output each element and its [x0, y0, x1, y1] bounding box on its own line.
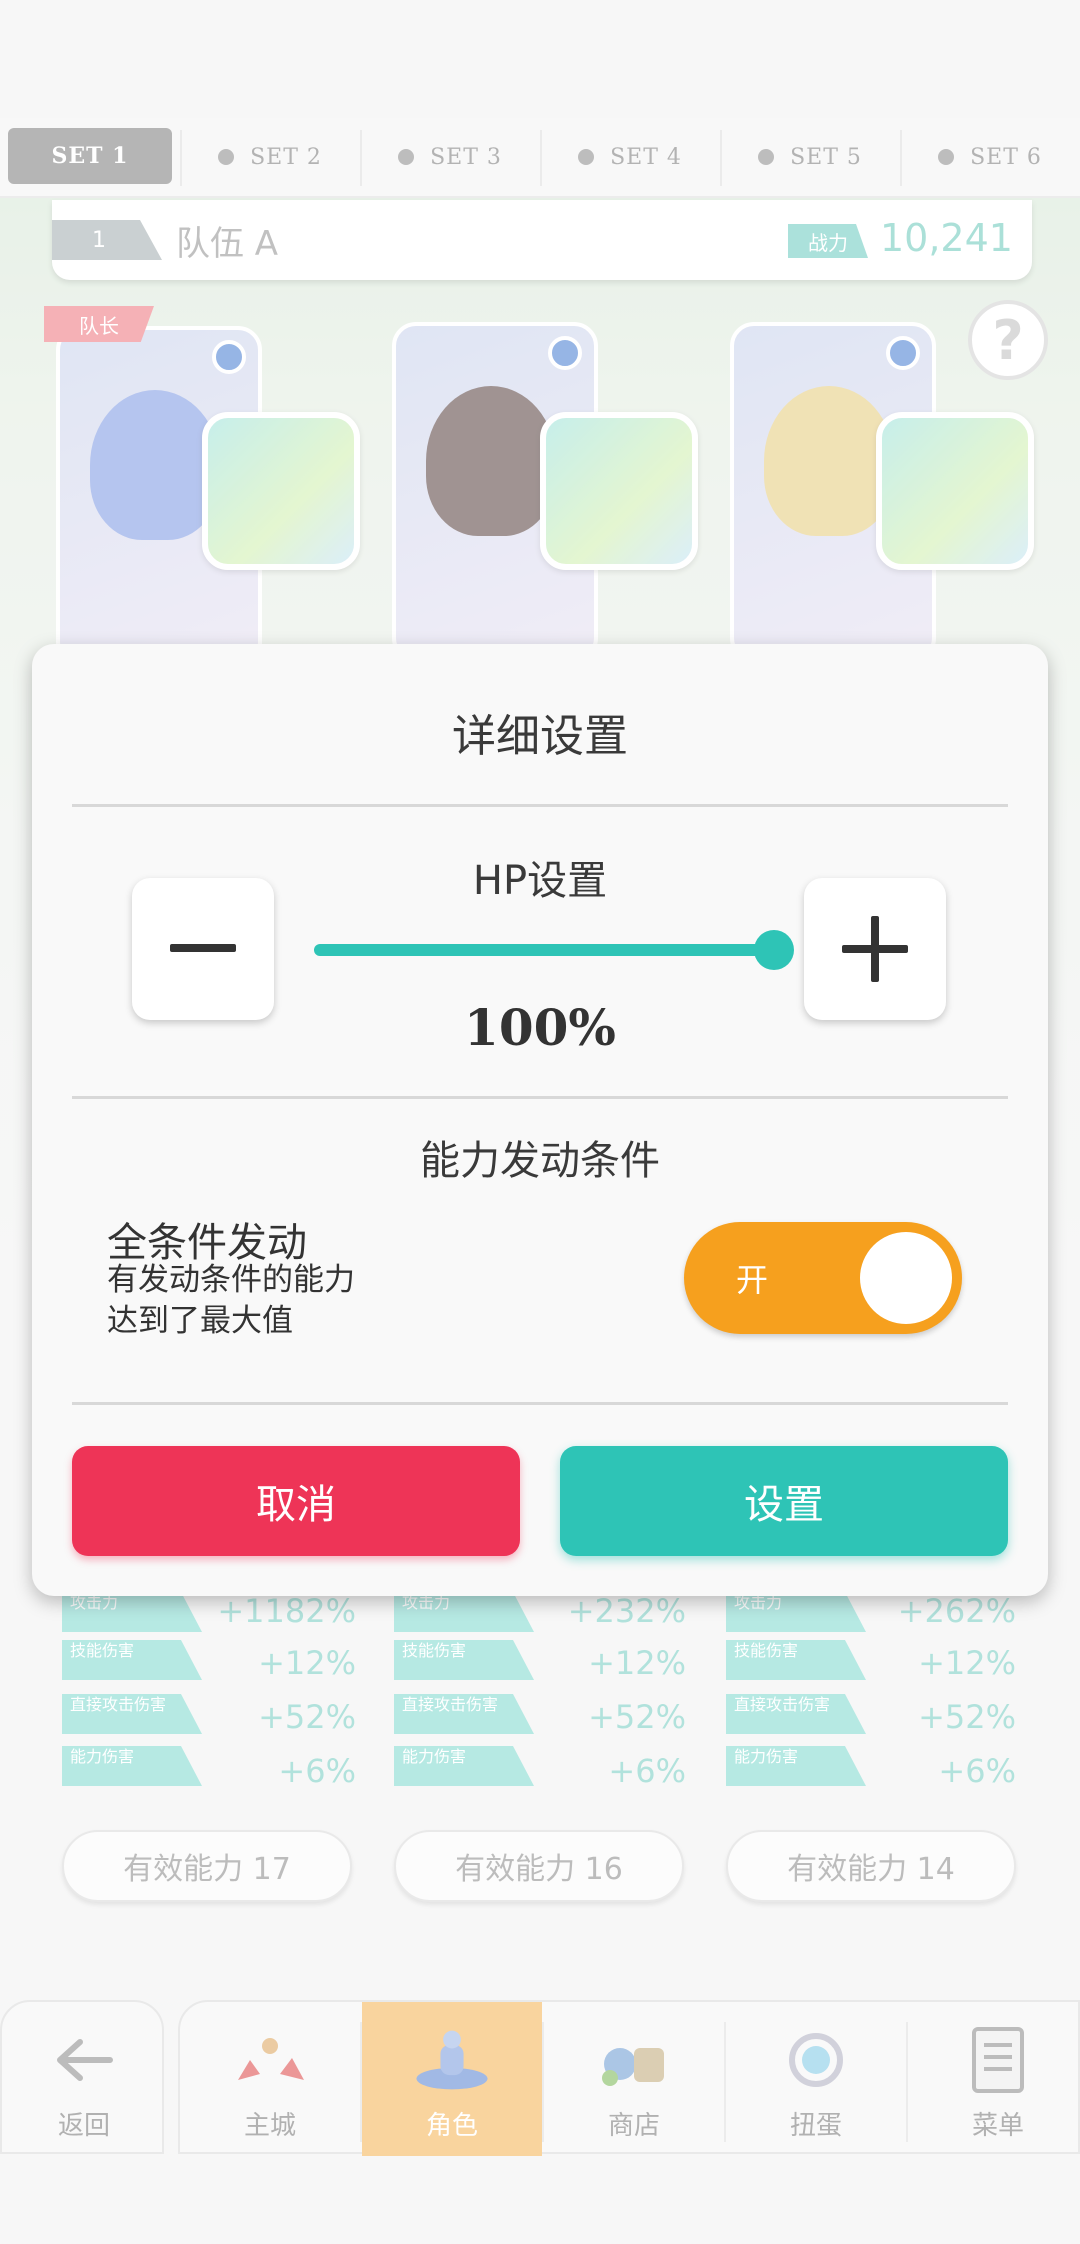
- hp-value: 100%: [464, 998, 616, 1057]
- detail-settings-dialog: 详细设置 HP设置 100% 能力发动条件 全条件发动 有发动条件的能力 达到了…: [32, 644, 1048, 1596]
- dialog-title: 详细设置: [452, 711, 628, 762]
- divider: [72, 804, 1008, 807]
- all-condition-toggle[interactable]: 开: [684, 1222, 962, 1334]
- divider: [72, 1402, 1008, 1405]
- confirm-label: 设置: [744, 1482, 824, 1528]
- divider: [72, 1096, 1008, 1099]
- toggle-label: 开: [736, 1261, 769, 1299]
- cancel-label: 取消: [256, 1482, 336, 1528]
- condition-desc-line: 达到了最大值: [107, 1303, 293, 1339]
- condition-desc-line: 有发动条件的能力: [107, 1262, 355, 1298]
- toggle-knob: [860, 1232, 952, 1324]
- hp-slider-handle[interactable]: [754, 930, 794, 970]
- plus-icon: [842, 916, 908, 982]
- cancel-button[interactable]: 取消: [72, 1446, 520, 1556]
- hp-slider[interactable]: [314, 944, 774, 956]
- confirm-button[interactable]: 设置: [560, 1446, 1008, 1556]
- all-condition-description: 有发动条件的能力 达到了最大值: [107, 1260, 467, 1342]
- condition-section-title: 能力发动条件: [420, 1138, 660, 1184]
- minus-icon: [170, 944, 236, 952]
